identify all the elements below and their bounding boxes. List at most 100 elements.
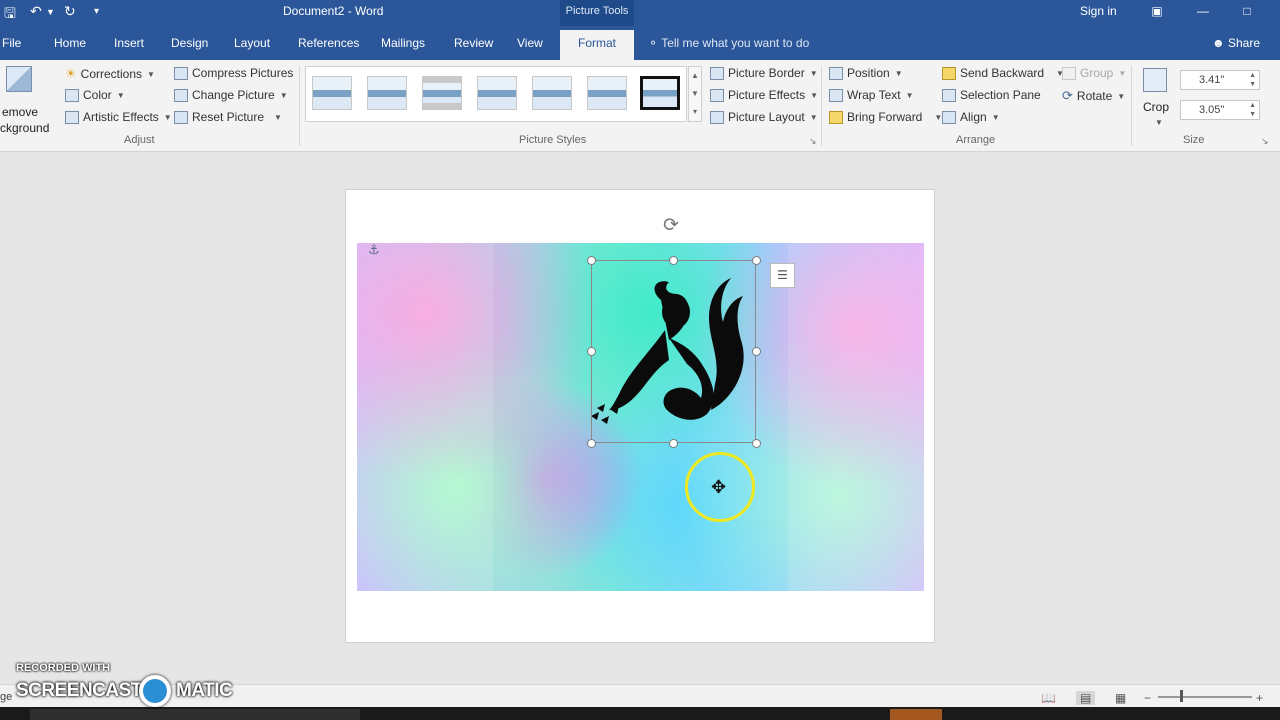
compress-pictures-button[interactable]: Compress Pictures	[174, 66, 293, 80]
undo-icon[interactable]: ↶	[30, 3, 42, 20]
rotation-handle-icon[interactable]: ⟳	[663, 216, 679, 236]
remove-background-label-2: ckground	[0, 121, 50, 135]
tell-me-search[interactable]: ⚬ Tell me what you want to do	[648, 36, 809, 50]
send-backward-button[interactable]: Send Backward ▼	[942, 66, 1064, 80]
shape-height-value: 3.41"	[1199, 74, 1225, 86]
wrap-text-label: Wrap Text	[847, 88, 901, 102]
crop-button[interactable]: Crop ▼	[1140, 66, 1174, 130]
taskbar-item-active[interactable]	[890, 709, 942, 720]
maximize-icon[interactable]: □	[1236, 2, 1258, 22]
selection-frame	[591, 260, 756, 443]
chevron-down-icon: ▼	[810, 90, 819, 100]
zoom-out-icon[interactable]: −	[1144, 691, 1151, 705]
bring-forward-button[interactable]: Bring Forward ▼	[829, 110, 942, 124]
spinner-icon[interactable]: ▲ ▼	[1249, 101, 1256, 119]
picture-layout-button[interactable]: Picture Layout ▼	[710, 110, 818, 124]
group-separator	[299, 66, 300, 146]
picture-border-button[interactable]: Picture Border ▼	[710, 66, 818, 80]
dialog-launcher-icon[interactable]: ↘	[1261, 136, 1269, 147]
anchor-icon[interactable]: ⚓	[368, 242, 380, 258]
remove-background-button[interactable]: emove ckground	[0, 66, 52, 135]
print-layout-icon[interactable]: ▤	[1076, 691, 1096, 705]
tab-home[interactable]: Home	[54, 36, 86, 50]
corrections-button[interactable]: ☀ Corrections ▼	[65, 66, 155, 82]
layout-options-button[interactable]: ☰	[770, 263, 795, 288]
picture-style-2[interactable]	[367, 76, 407, 110]
background-right-panel	[788, 243, 924, 591]
tell-me-text: Tell me what you want to do	[661, 36, 810, 50]
color-label: Color	[83, 88, 112, 102]
zoom-slider-thumb[interactable]	[1180, 690, 1183, 702]
chevron-down-icon: ▼	[116, 90, 125, 100]
shape-width-input[interactable]: 3.05" ▲ ▼	[1180, 100, 1260, 120]
tab-mailings[interactable]: Mailings	[381, 36, 425, 50]
sign-in-link[interactable]: Sign in	[1080, 4, 1117, 18]
resize-handle-top[interactable]	[669, 256, 678, 265]
resize-handle-left[interactable]	[587, 347, 596, 356]
wrap-text-button[interactable]: Wrap Text ▼	[829, 88, 914, 102]
minimize-icon[interactable]: —	[1192, 2, 1214, 22]
tab-format[interactable]: Format	[560, 30, 635, 60]
read-mode-icon[interactable]: 📖	[1041, 691, 1056, 705]
position-button[interactable]: Position ▼	[829, 66, 903, 80]
layout-options-icon: ☰	[777, 268, 788, 282]
zoom-slider[interactable]	[1158, 696, 1252, 698]
dialog-launcher-icon[interactable]: ↘	[809, 136, 817, 147]
web-layout-icon[interactable]: ▦	[1115, 691, 1126, 705]
save-icon[interactable]: 🖫	[4, 3, 16, 27]
align-button[interactable]: Align ▼	[942, 110, 1000, 124]
picture-style-6[interactable]	[587, 76, 627, 110]
picture-style-5[interactable]	[532, 76, 572, 110]
align-icon	[942, 110, 956, 124]
redo-icon[interactable]: ↻	[64, 3, 76, 20]
recorder-watermark-left: SCREENCAST	[16, 680, 142, 701]
taskbar-item[interactable]	[30, 709, 360, 720]
rotate-button[interactable]: ⟳ Rotate ▼	[1062, 88, 1125, 104]
scroll-up-icon[interactable]: ▲	[689, 67, 701, 85]
tab-design[interactable]: Design	[171, 36, 208, 50]
remove-background-icon	[6, 66, 32, 92]
resize-handle-bottom-left[interactable]	[587, 439, 596, 448]
customize-qat-icon[interactable]: ▾	[94, 6, 99, 17]
change-picture-button[interactable]: Change Picture ▼	[174, 88, 288, 102]
gallery-scroll[interactable]: ▲ ▼ ▾	[688, 66, 702, 122]
ribbon: emove ckground ☀ Corrections ▼ Color ▼ Arti…	[0, 60, 1280, 152]
resize-handle-bottom-right[interactable]	[752, 439, 761, 448]
picture-style-4[interactable]	[477, 76, 517, 110]
spinner-icon[interactable]: ▲ ▼	[1249, 71, 1256, 89]
color-button[interactable]: Color ▼	[65, 88, 125, 102]
zoom-in-icon[interactable]: +	[1256, 691, 1263, 705]
tab-review[interactable]: Review	[454, 36, 493, 50]
picture-style-3[interactable]	[422, 76, 462, 110]
ribbon-display-options-icon[interactable]: ▣	[1146, 2, 1168, 22]
resize-handle-top-left[interactable]	[587, 256, 596, 265]
picture-border-label: Picture Border	[728, 66, 805, 80]
artistic-effects-button[interactable]: Artistic Effects ▼	[65, 110, 172, 124]
tab-references[interactable]: References	[298, 36, 359, 50]
tab-file[interactable]: File	[2, 36, 21, 50]
selection-pane-button[interactable]: Selection Pane	[942, 88, 1041, 102]
tab-layout[interactable]: Layout	[234, 36, 270, 50]
reset-picture-button[interactable]: Reset Picture ▼	[174, 110, 282, 124]
undo-dropdown-icon[interactable]: ▼	[46, 7, 55, 17]
artistic-effects-label: Artistic Effects	[83, 110, 159, 124]
corrections-label: Corrections	[80, 67, 143, 81]
resize-handle-bottom[interactable]	[669, 439, 678, 448]
resize-handle-right[interactable]	[752, 347, 761, 356]
share-button[interactable]: ☻ Share	[1212, 36, 1260, 50]
page-count-text[interactable]: ge	[0, 691, 12, 703]
scroll-down-icon[interactable]: ▼	[689, 85, 701, 103]
group-separator	[821, 66, 822, 146]
gallery-more-icon[interactable]: ▾	[689, 103, 701, 121]
bring-forward-icon	[829, 110, 843, 124]
picture-style-7-selected[interactable]	[640, 76, 680, 110]
picture-style-1[interactable]	[312, 76, 352, 110]
crop-label: Crop	[1143, 100, 1170, 114]
shape-height-input[interactable]: 3.41" ▲ ▼	[1180, 70, 1260, 90]
group-button[interactable]: Group ▼	[1062, 66, 1126, 80]
sun-icon: ☀	[65, 66, 77, 81]
resize-handle-top-right[interactable]	[752, 256, 761, 265]
tab-view[interactable]: View	[517, 36, 543, 50]
tab-insert[interactable]: Insert	[114, 36, 144, 50]
picture-effects-button[interactable]: Picture Effects ▼	[710, 88, 818, 102]
